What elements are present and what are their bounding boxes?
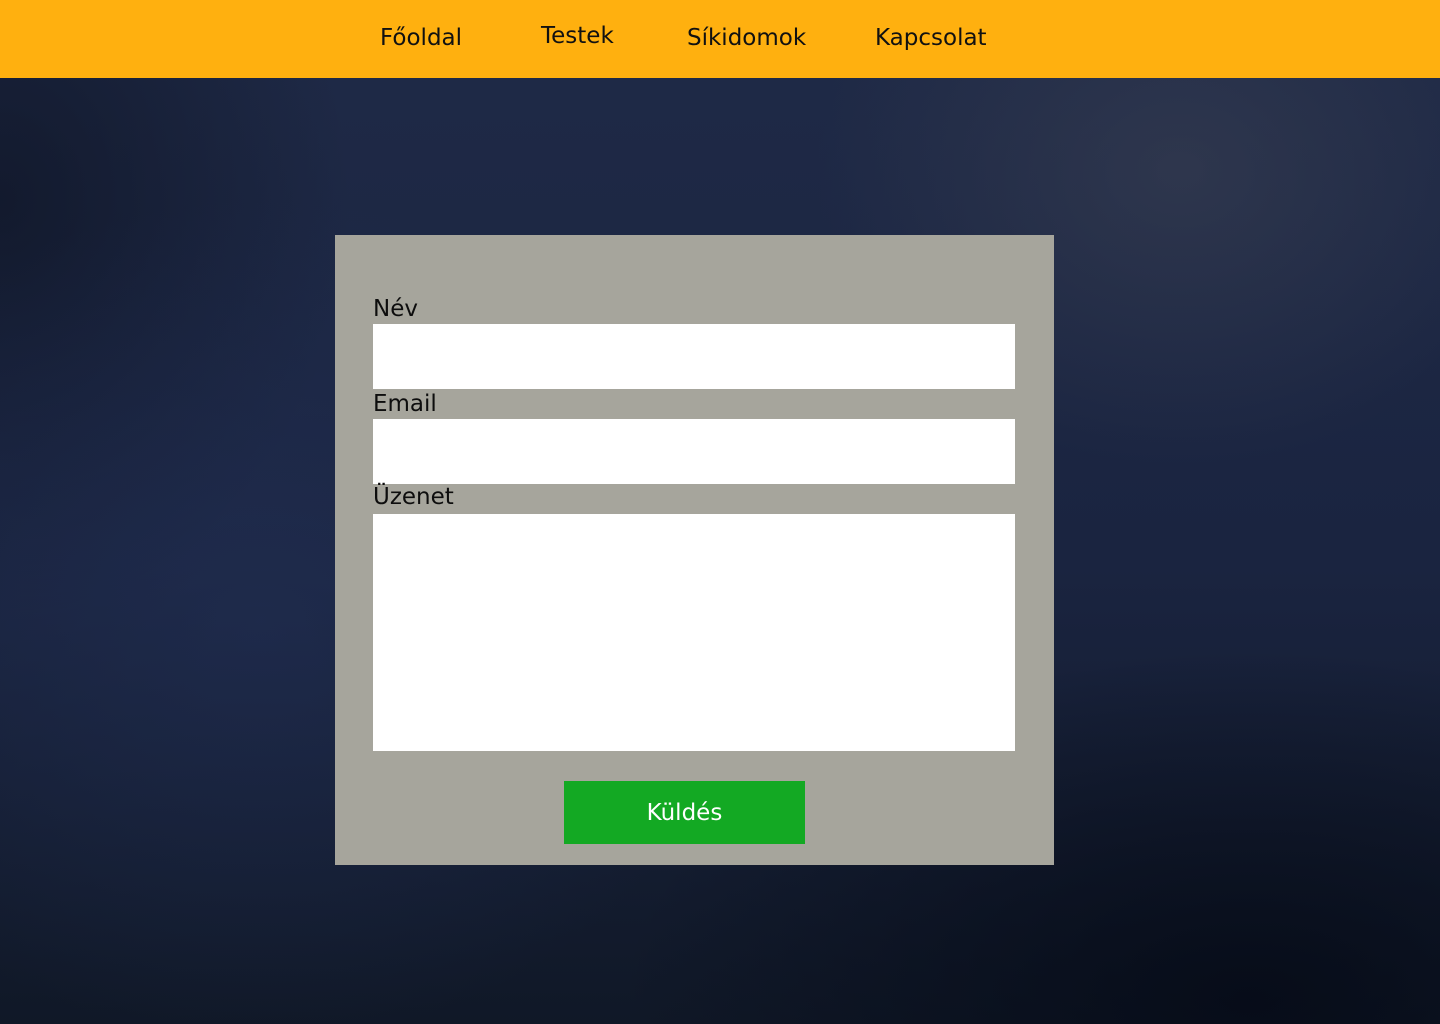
email-field[interactable] [373, 419, 1015, 484]
submit-button[interactable]: Küldés [564, 781, 805, 844]
email-label: Email [373, 391, 437, 417]
nav-item-kapcsolat[interactable]: Kapcsolat [875, 23, 987, 53]
name-label: Név [373, 296, 418, 322]
nav-item-sikidomok[interactable]: Síkidomok [687, 23, 806, 53]
contact-form: Név Email Üzenet Küldés [335, 235, 1054, 865]
nav-item-fooldal[interactable]: Főoldal [380, 23, 462, 53]
message-field[interactable] [373, 514, 1015, 751]
nav-item-testek[interactable]: Testek [541, 21, 614, 51]
name-field[interactable] [373, 324, 1015, 389]
top-navbar: Főoldal Testek Síkidomok Kapcsolat [0, 0, 1440, 78]
message-label: Üzenet [373, 484, 454, 510]
